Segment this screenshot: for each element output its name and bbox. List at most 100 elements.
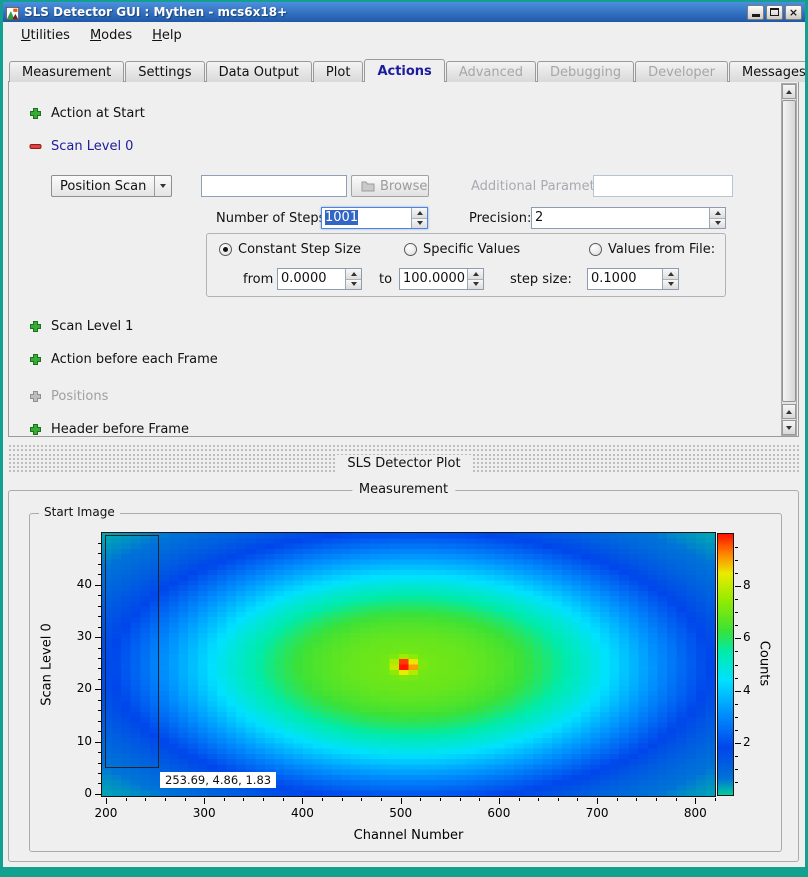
scrollbar-thumb[interactable] <box>782 100 796 402</box>
colorbar-minor-tick <box>735 547 738 548</box>
colorbar-canvas <box>718 534 733 795</box>
plot-dock-title: SLS Detector Plot <box>335 455 472 472</box>
scan-level-1-row[interactable]: Scan Level 1 <box>29 318 133 335</box>
y-minor-tick <box>98 763 101 764</box>
x-major-tick <box>401 798 402 804</box>
action-before-frame-row[interactable]: Action before each Frame <box>29 351 218 368</box>
tab-settings[interactable]: Settings <box>125 61 204 82</box>
plot-dock-titlebar[interactable]: SLS Detector Plot <box>8 453 800 473</box>
action-at-start-label: Action at Start <box>51 106 145 121</box>
x-major-tick <box>204 798 205 804</box>
y-minor-tick <box>98 564 101 565</box>
spin-up-icon[interactable] <box>468 269 483 279</box>
x-tick-label: 400 <box>282 806 322 821</box>
y-minor-tick <box>98 700 101 701</box>
start-image-group: Start Image 253.69, 4.86, 1.83 Channel N… <box>29 513 782 852</box>
spin-up-icon[interactable] <box>710 208 725 218</box>
vertical-scrollbar[interactable] <box>781 83 797 436</box>
x-tick-label: 800 <box>675 806 715 821</box>
spin-buttons[interactable] <box>467 269 483 289</box>
scan-level-0-label: Scan Level 0 <box>51 139 133 154</box>
minus-icon[interactable] <box>29 140 42 153</box>
spin-buttons[interactable] <box>662 269 678 289</box>
colorbar-minor-tick <box>735 756 738 757</box>
y-major-tick <box>95 637 101 638</box>
scan-script-input[interactable] <box>201 175 347 197</box>
menu-help-accel: H <box>152 28 162 43</box>
scroll-up-button-2[interactable] <box>782 404 796 419</box>
menu-help-label: elp <box>162 28 182 43</box>
x-major-tick <box>695 798 696 804</box>
step-size-spinbox[interactable]: 0.1000 <box>587 268 679 290</box>
spin-buttons[interactable] <box>345 269 361 289</box>
tab-messages[interactable]: Messages <box>729 61 808 82</box>
spin-down-icon[interactable] <box>468 279 483 290</box>
spin-buttons[interactable] <box>411 208 427 228</box>
chevron-down-icon[interactable] <box>154 176 171 196</box>
spin-up-icon[interactable] <box>663 269 678 279</box>
menu-utilities[interactable]: Utilities <box>11 24 80 47</box>
arrow-up-icon <box>786 90 792 94</box>
menu-modes[interactable]: Modes <box>80 24 142 47</box>
x-tick-label: 700 <box>577 806 617 821</box>
from-spinbox[interactable]: 0.0000 <box>277 268 362 290</box>
scan-mode-select[interactable]: Position Scan <box>51 175 172 197</box>
close-button[interactable]: × <box>785 5 802 20</box>
x-minor-tick <box>420 798 421 801</box>
scroll-up-button[interactable] <box>782 84 796 99</box>
to-spinbox[interactable]: 100.0000 <box>399 268 484 290</box>
titlebar[interactable]: SLS Detector GUI : Mythen - mcs6x18+ × <box>3 2 805 22</box>
scroll-down-button[interactable] <box>782 420 796 435</box>
spin-up-icon[interactable] <box>412 208 427 218</box>
colorbar-minor-tick <box>735 625 738 626</box>
tab-plot[interactable]: Plot <box>313 61 364 82</box>
heatmap-canvas[interactable] <box>102 533 715 796</box>
colorbar-minor-tick <box>735 651 738 652</box>
radio-checked-icon[interactable] <box>219 243 232 256</box>
y-minor-tick <box>98 783 101 784</box>
y-major-tick <box>95 742 101 743</box>
spin-up-icon[interactable] <box>346 269 361 279</box>
minimize-button[interactable] <box>747 5 764 20</box>
x-minor-tick <box>381 798 382 801</box>
spin-down-icon[interactable] <box>710 218 725 229</box>
to-value: 100.0000 <box>400 269 467 289</box>
radio-specific-values[interactable]: Specific Values <box>404 242 520 257</box>
header-before-frame-row[interactable]: Header before Frame <box>29 421 189 437</box>
y-major-tick <box>95 585 101 586</box>
x-minor-tick <box>538 798 539 801</box>
plus-icon[interactable] <box>29 353 42 366</box>
spin-down-icon[interactable] <box>663 279 678 290</box>
spin-buttons[interactable] <box>709 208 725 228</box>
plus-icon[interactable] <box>29 423 42 436</box>
precision-spinbox[interactable]: 2 <box>531 207 726 229</box>
tab-measurement[interactable]: Measurement <box>9 61 124 82</box>
maximize-button[interactable] <box>766 5 783 20</box>
window-border-bottom[interactable] <box>0 867 808 877</box>
zoom-selection-rect <box>105 535 159 769</box>
radio-values-from-file[interactable]: Values from File: <box>589 242 715 257</box>
folder-icon <box>361 180 375 192</box>
spin-down-icon[interactable] <box>346 279 361 290</box>
tab-actions[interactable]: Actions <box>364 59 444 82</box>
radio-unchecked-icon[interactable] <box>589 243 602 256</box>
plus-icon[interactable] <box>29 107 42 120</box>
colorbar-major-tick <box>735 586 741 587</box>
y-minor-tick <box>98 574 101 575</box>
x-minor-tick <box>342 798 343 801</box>
splitter-handle[interactable] <box>8 444 800 452</box>
to-label: to <box>379 272 392 287</box>
tab-data-output[interactable]: Data Output <box>206 61 312 82</box>
scan-level-0-row[interactable]: Scan Level 0 <box>29 138 133 155</box>
x-minor-tick <box>577 798 578 801</box>
y-tick-label: 0 <box>64 786 92 801</box>
spin-down-icon[interactable] <box>412 218 427 229</box>
window-border-top <box>0 0 808 2</box>
colorbar-major-tick <box>735 743 741 744</box>
menu-help[interactable]: Help <box>142 24 192 47</box>
radio-constant-step-size[interactable]: Constant Step Size <box>219 242 361 257</box>
radio-unchecked-icon[interactable] <box>404 243 417 256</box>
plus-icon[interactable] <box>29 320 42 333</box>
number-of-steps-spinbox[interactable]: 1001 <box>321 207 428 229</box>
action-at-start-row[interactable]: Action at Start <box>29 105 145 122</box>
